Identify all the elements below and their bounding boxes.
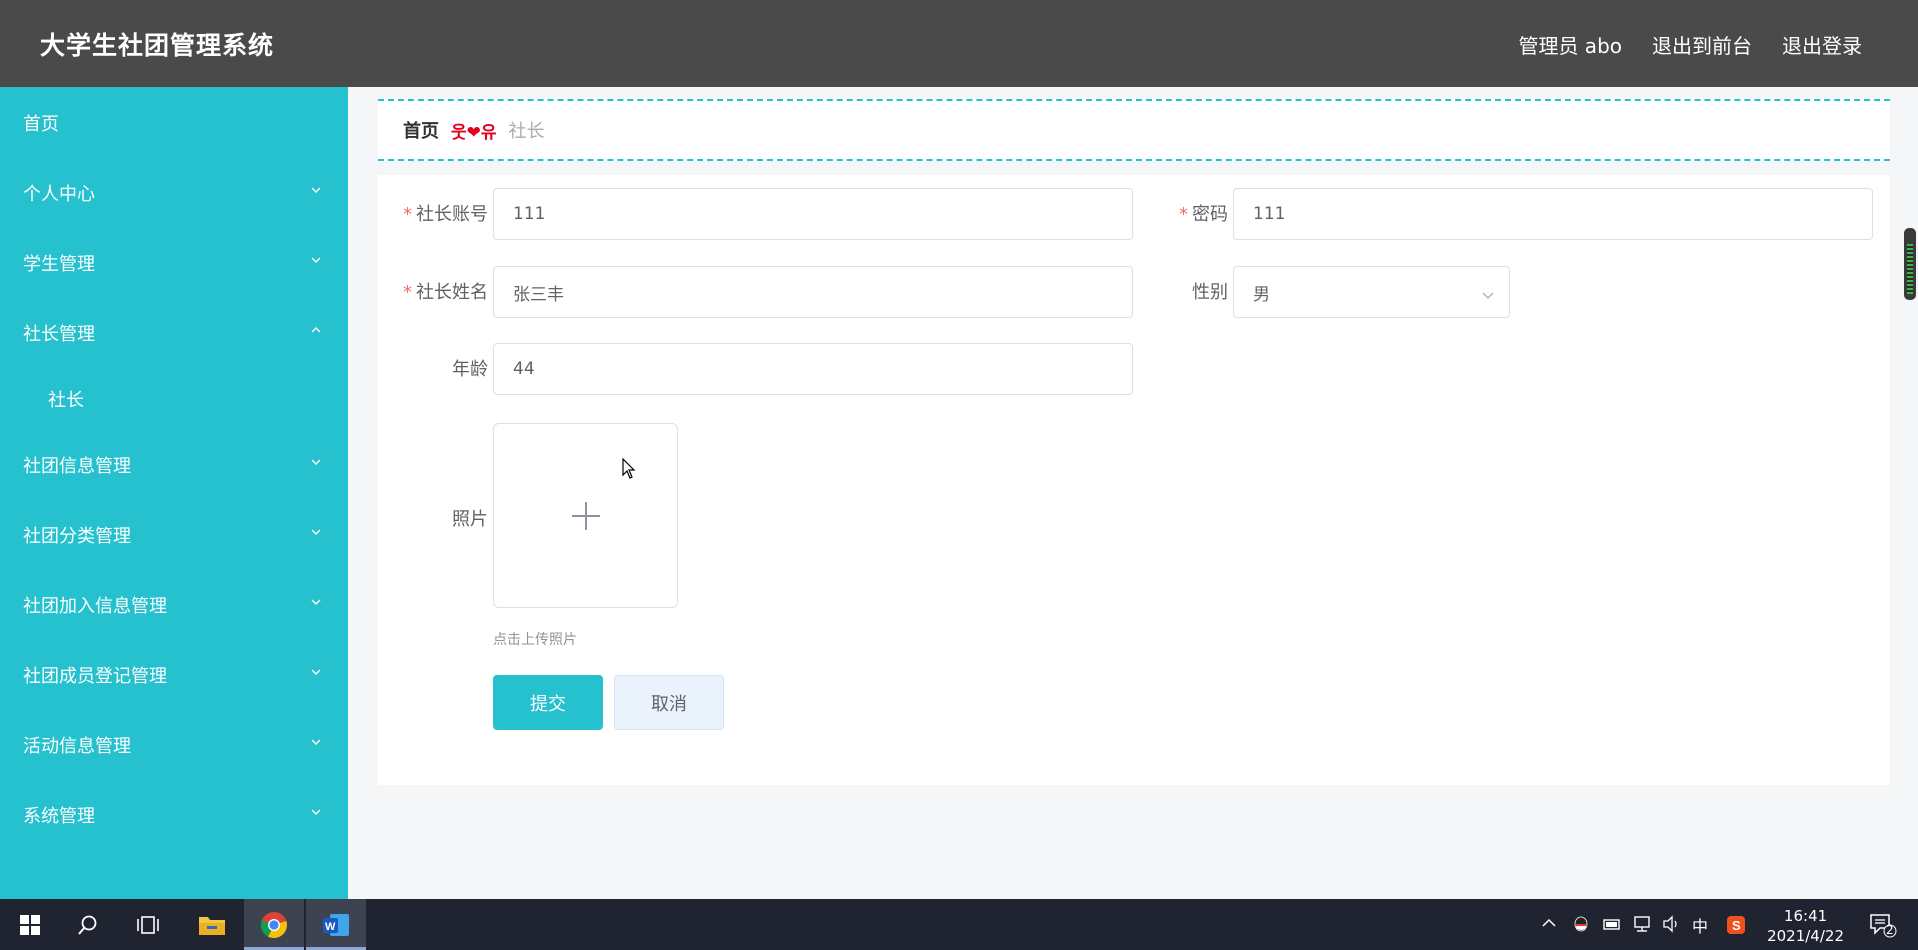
sidebar-item-label: 活动信息管理 bbox=[23, 736, 131, 757]
gender-select[interactable]: 男 bbox=[1233, 266, 1510, 318]
file-explorer-icon[interactable] bbox=[182, 899, 242, 950]
battery-icon[interactable] bbox=[1602, 915, 1622, 937]
app-title: 大学生社团管理系统 bbox=[40, 31, 275, 60]
header-actions: 管理员 abo 退出到前台 退出登录 bbox=[1518, 30, 1862, 59]
sidebar-item-club-join-management[interactable]: 社团加入信息管理 bbox=[0, 570, 348, 640]
sidebar-item-label: 社长管理 bbox=[23, 324, 95, 345]
password-input[interactable]: 111 bbox=[1233, 188, 1873, 240]
sidebar-item-label: 系统管理 bbox=[23, 806, 95, 827]
photo-upload[interactable] bbox=[493, 423, 678, 608]
name-input[interactable]: 张三丰 bbox=[493, 266, 1133, 318]
chevron-up-icon[interactable] bbox=[1541, 915, 1557, 935]
sidebar-item-president-management[interactable]: 社长管理 bbox=[0, 298, 348, 368]
qq-icon[interactable] bbox=[1572, 915, 1590, 937]
sidebar-item-label: 社团加入信息管理 bbox=[23, 596, 167, 617]
clock-time: 16:41 bbox=[1783, 907, 1828, 925]
sidebar-item-label: 社长 bbox=[48, 390, 84, 411]
chevron-down-icon bbox=[310, 666, 322, 678]
sidebar-item-system-management[interactable]: 系统管理 bbox=[0, 780, 348, 850]
sidebar-item-activity-management[interactable]: 活动信息管理 bbox=[0, 710, 348, 780]
breadcrumb-home[interactable]: 首页 bbox=[403, 117, 439, 143]
name-label: * 社长姓名 bbox=[403, 282, 488, 303]
sidebar: 首页 个人中心 学生管理 社长管理 社长 社团信息管理 社团分类管理 社团加入信… bbox=[0, 87, 348, 899]
gender-label: 性别 bbox=[1192, 282, 1228, 303]
network-icon[interactable] bbox=[1632, 915, 1652, 937]
svg-text:S: S bbox=[1732, 918, 1741, 933]
sidebar-item-label: 学生管理 bbox=[23, 254, 95, 275]
chevron-down-icon bbox=[310, 736, 322, 748]
windows-start-icon[interactable] bbox=[0, 899, 60, 950]
system-clock[interactable]: 16:41 2021/4/22 bbox=[1767, 906, 1844, 946]
chevron-down-icon bbox=[310, 184, 322, 196]
sidebar-item-member-registration-management[interactable]: 社团成员登记管理 bbox=[0, 640, 348, 710]
photo-label: 照片 bbox=[452, 509, 488, 530]
exit-to-front-link[interactable]: 退出到前台 bbox=[1652, 30, 1752, 59]
breadcrumb-current: 社长 bbox=[508, 121, 545, 142]
password-label: * 密码 bbox=[1179, 204, 1228, 225]
clock-date: 2021/4/22 bbox=[1767, 927, 1844, 945]
main-content: 首页 웃❤유 社长 * 社长账号 111 * 密码 111 * 社长姓名 张三丰 性别… bbox=[348, 87, 1918, 899]
sidebar-item-label: 社团分类管理 bbox=[23, 526, 131, 547]
account-input[interactable]: 111 bbox=[493, 188, 1133, 240]
chevron-down-icon bbox=[310, 254, 322, 266]
volume-icon[interactable] bbox=[1661, 915, 1681, 937]
svg-text:W: W bbox=[325, 921, 336, 933]
top-header: 大学生社团管理系统 管理员 abo 退出到前台 退出登录 bbox=[0, 0, 1918, 87]
sidebar-item-club-info-management[interactable]: 社团信息管理 bbox=[0, 430, 348, 500]
sidebar-item-home[interactable]: 首页 bbox=[0, 87, 348, 158]
submit-button[interactable]: 提交 bbox=[493, 675, 603, 730]
chevron-up-icon bbox=[310, 324, 322, 336]
plus-icon bbox=[570, 500, 602, 536]
word-icon[interactable]: W bbox=[306, 899, 366, 950]
sogou-input-icon[interactable]: S bbox=[1726, 915, 1746, 939]
president-form: * 社长账号 111 * 密码 111 * 社长姓名 张三丰 性别 男 年龄 44 照… bbox=[378, 175, 1890, 785]
sidebar-item-president[interactable]: 社长 bbox=[0, 368, 348, 430]
cancel-button[interactable]: 取消 bbox=[614, 675, 724, 730]
breadcrumb-separator: 웃❤유 bbox=[451, 122, 497, 143]
mouse-cursor-icon bbox=[622, 457, 636, 484]
sidebar-item-personal-center[interactable]: 个人中心 bbox=[0, 158, 348, 228]
chevron-down-icon bbox=[1481, 287, 1495, 307]
chevron-down-icon bbox=[310, 596, 322, 608]
ime-indicator[interactable]: 中 bbox=[1692, 913, 1708, 937]
chevron-down-icon bbox=[310, 456, 322, 468]
chevron-down-icon bbox=[310, 526, 322, 538]
task-view-icon[interactable] bbox=[118, 899, 178, 950]
chrome-icon[interactable] bbox=[244, 899, 304, 950]
sidebar-item-student-management[interactable]: 学生管理 bbox=[0, 228, 348, 298]
sidebar-item-club-category-management[interactable]: 社团分类管理 bbox=[0, 500, 348, 570]
search-icon[interactable] bbox=[58, 899, 118, 950]
upload-tip: 点击上传照片 bbox=[493, 632, 577, 648]
account-label: * 社长账号 bbox=[403, 204, 488, 225]
sidebar-item-label: 首页 bbox=[23, 113, 59, 135]
logout-link[interactable]: 退出登录 bbox=[1782, 30, 1862, 59]
age-label: 年龄 bbox=[452, 359, 488, 380]
notification-count: 2 bbox=[1886, 923, 1894, 937]
breadcrumb: 首页 웃❤유 社长 bbox=[378, 99, 1890, 161]
sidebar-item-label: 社团成员登记管理 bbox=[23, 666, 167, 687]
windows-taskbar: W 中 S 16:41 2021/4/22 2 bbox=[0, 899, 1918, 950]
page-scrollbar[interactable] bbox=[1904, 228, 1916, 300]
age-input[interactable]: 44 bbox=[493, 343, 1133, 395]
gender-select-value: 男 bbox=[1253, 284, 1270, 305]
admin-user-link[interactable]: 管理员 abo bbox=[1518, 30, 1622, 59]
sidebar-item-label: 社团信息管理 bbox=[23, 456, 131, 477]
chevron-down-icon bbox=[310, 806, 322, 818]
sidebar-item-label: 个人中心 bbox=[23, 184, 95, 205]
